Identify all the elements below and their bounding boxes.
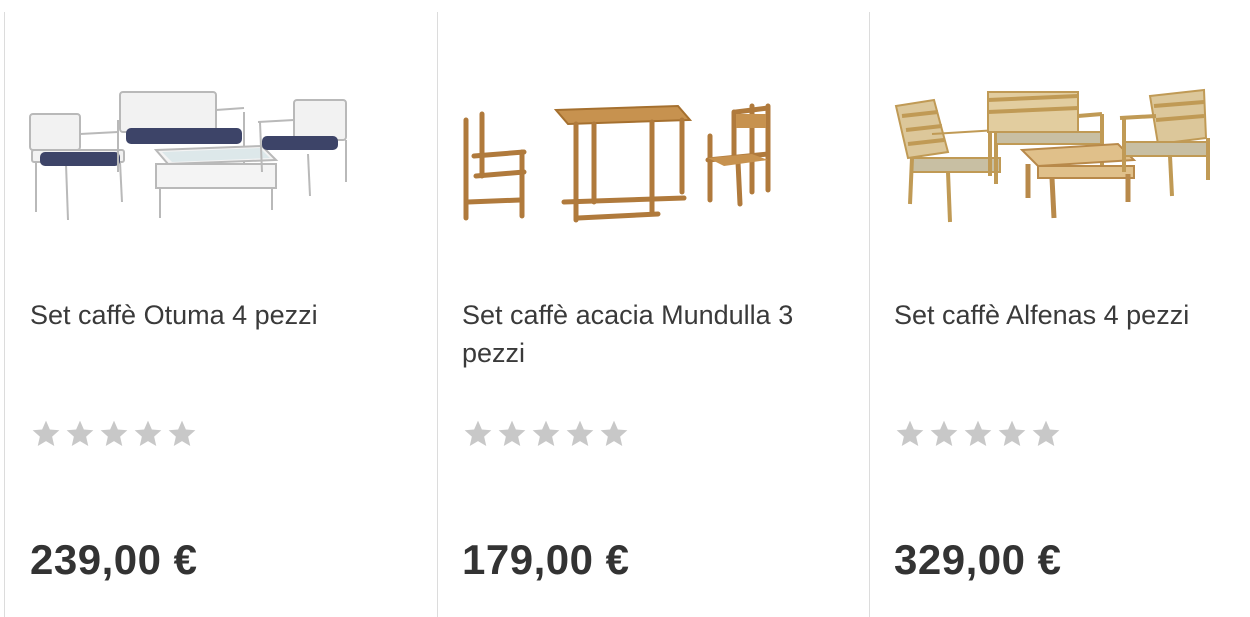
- product-title[interactable]: Set caffè acacia Mundulla 3 pezzi: [462, 296, 842, 372]
- star-icon: [100, 420, 128, 446]
- product-title[interactable]: Set caffè Otuma 4 pezzi: [30, 296, 410, 334]
- star-rating: [30, 418, 198, 458]
- star-icon: [66, 420, 94, 446]
- product-image-wooden-lounge-set[interactable]: [888, 72, 1218, 232]
- star-icon: [896, 420, 924, 446]
- star-rating: [462, 418, 630, 458]
- star-icon: [532, 420, 560, 446]
- product-image-white-rattan-lounge-set[interactable]: [22, 72, 352, 232]
- product-card[interactable]: Set caffè Alfenas 4 pezzi 329,00 €: [864, 0, 1250, 617]
- acacia-table-chairs-image: [463, 103, 771, 223]
- product-title[interactable]: Set caffè Alfenas 4 pezzi: [894, 296, 1250, 334]
- star-icon: [566, 420, 594, 446]
- star-icon: [998, 420, 1026, 446]
- product-card[interactable]: Set caffè Otuma 4 pezzi 239,00 €: [0, 0, 432, 617]
- product-image-acacia-table-chairs[interactable]: [452, 72, 782, 232]
- star-icon: [1032, 420, 1060, 446]
- product-grid: Set caffè Otuma 4 pezzi 239,00 € Set caf…: [0, 0, 1250, 617]
- star-icon: [600, 420, 628, 446]
- star-icon: [964, 420, 992, 446]
- star-icon: [498, 420, 526, 446]
- product-price: 179,00 €: [462, 536, 630, 583]
- white-rattan-lounge-set-image: [29, 91, 347, 221]
- product-card[interactable]: Set caffè acacia Mundulla 3 pezzi 179,00…: [432, 0, 864, 617]
- product-price: 239,00 €: [30, 536, 198, 583]
- star-icon: [134, 420, 162, 446]
- star-icon: [168, 420, 196, 446]
- star-icon: [930, 420, 958, 446]
- star-icon: [32, 420, 60, 446]
- star-rating: [894, 418, 1062, 458]
- wooden-lounge-set-image: [894, 88, 1210, 223]
- star-icon: [464, 420, 492, 446]
- product-price: 329,00 €: [894, 536, 1062, 583]
